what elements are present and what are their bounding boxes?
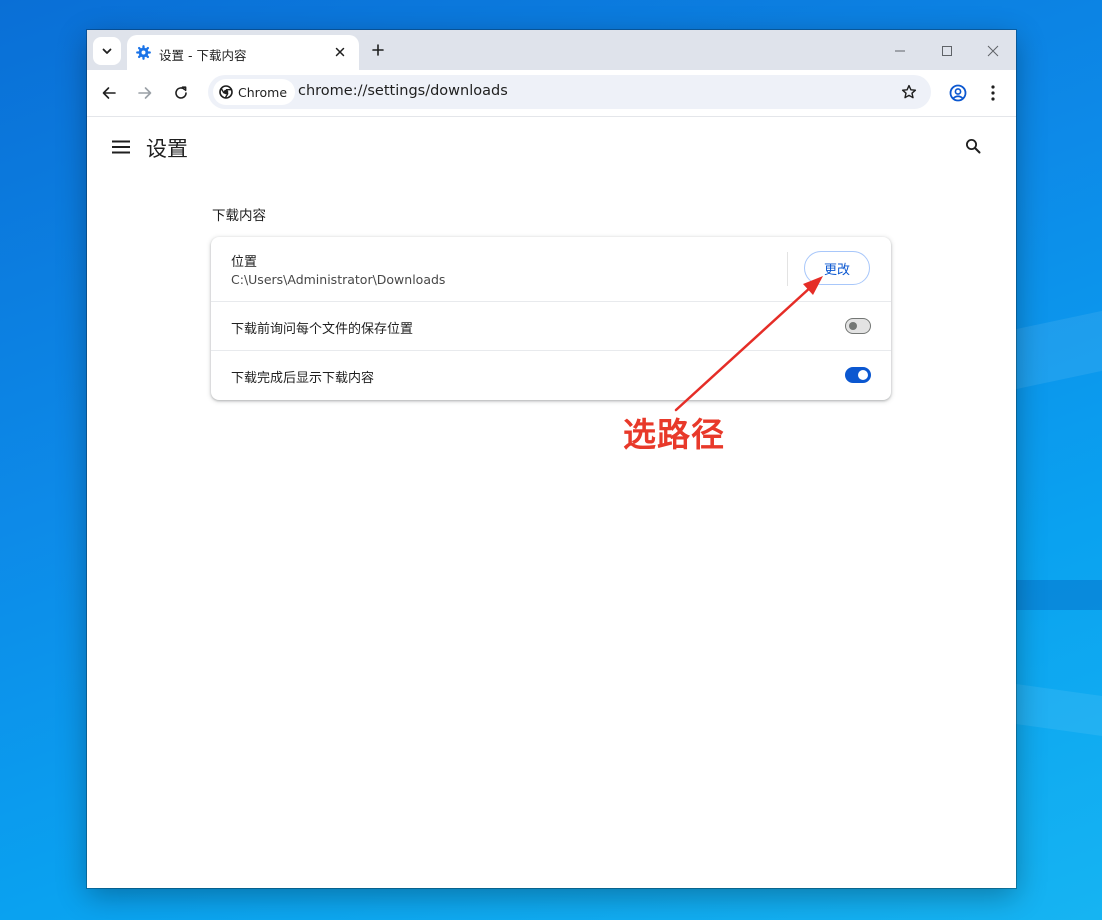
url-text: chrome://settings/downloads	[298, 83, 508, 99]
profile-button[interactable]	[945, 80, 971, 106]
close-icon	[335, 47, 345, 57]
new-tab-button[interactable]	[367, 39, 389, 61]
active-tab[interactable]: 设置 - 下载内容	[127, 35, 359, 70]
show-when-complete-label: 下载完成后显示下载内容	[231, 371, 375, 386]
bookmark-button[interactable]	[899, 82, 919, 102]
desktop-light-streak	[1016, 310, 1102, 390]
location-path: C:\Users\Administrator\Downloads	[231, 272, 446, 287]
chrome-logo-icon	[219, 85, 233, 99]
ask-where-to-save-label: 下载前询问每个文件的保存位置	[231, 322, 414, 337]
more-vert-icon	[991, 85, 995, 101]
hamburger-icon	[112, 140, 130, 154]
site-info-chip[interactable]: Chrome	[213, 79, 296, 105]
maximize-icon	[942, 46, 952, 56]
show-when-complete-toggle[interactable]	[845, 367, 871, 383]
profile-icon	[949, 84, 967, 102]
chevron-down-icon	[102, 48, 112, 54]
location-label: 位置	[231, 255, 258, 270]
tab-close-button[interactable]	[330, 42, 350, 62]
annotation-label: 选路径	[623, 415, 725, 454]
ask-where-to-save-row[interactable]: 下载前询问每个文件的保存位置	[211, 302, 891, 350]
toggle-knob	[858, 370, 868, 380]
back-button[interactable]	[95, 79, 123, 107]
show-when-complete-row[interactable]: 下载完成后显示下载内容	[211, 351, 891, 400]
tab-strip: 设置 - 下载内容	[87, 30, 1016, 70]
minimize-button[interactable]	[888, 39, 912, 63]
gear-icon	[136, 45, 151, 60]
downloads-settings-card: 位置 C:\Users\Administrator\Downloads 更改 下…	[211, 237, 891, 400]
forward-button[interactable]	[131, 79, 159, 107]
page-title: 设置	[146, 137, 188, 161]
desktop-light-streak	[1016, 683, 1102, 737]
browser-window: 设置 - 下载内容 Chrome chrome://settings/downl…	[87, 30, 1016, 888]
reload-icon	[175, 86, 187, 99]
minimize-icon	[895, 50, 905, 52]
location-row: 位置 C:\Users\Administrator\Downloads 更改	[211, 237, 891, 301]
settings-search-button[interactable]	[961, 134, 985, 158]
settings-header: 设置	[87, 117, 1016, 177]
address-bar[interactable]: Chrome chrome://settings/downloads	[208, 75, 931, 109]
arrow-left-icon	[102, 87, 116, 99]
reload-button[interactable]	[167, 79, 195, 107]
row-separator	[787, 252, 788, 286]
arrow-right-icon	[138, 87, 152, 99]
plus-icon	[372, 44, 384, 56]
chip-label: Chrome	[238, 84, 288, 100]
search-icon	[966, 139, 981, 154]
ask-where-to-save-toggle[interactable]	[845, 318, 871, 334]
tab-title: 设置 - 下载内容	[159, 48, 247, 63]
close-icon	[987, 45, 999, 57]
menu-button[interactable]	[980, 80, 1006, 106]
star-icon	[901, 84, 917, 99]
settings-menu-button[interactable]	[109, 135, 133, 159]
section-title: 下载内容	[212, 208, 266, 224]
tab-search-button[interactable]	[93, 37, 121, 65]
browser-toolbar: Chrome chrome://settings/downloads	[87, 70, 1016, 117]
toggle-knob	[849, 322, 857, 330]
maximize-button[interactable]	[935, 39, 959, 63]
desktop-light-streak	[1016, 580, 1102, 610]
change-location-button[interactable]: 更改	[804, 251, 870, 285]
close-window-button[interactable]	[981, 39, 1005, 63]
